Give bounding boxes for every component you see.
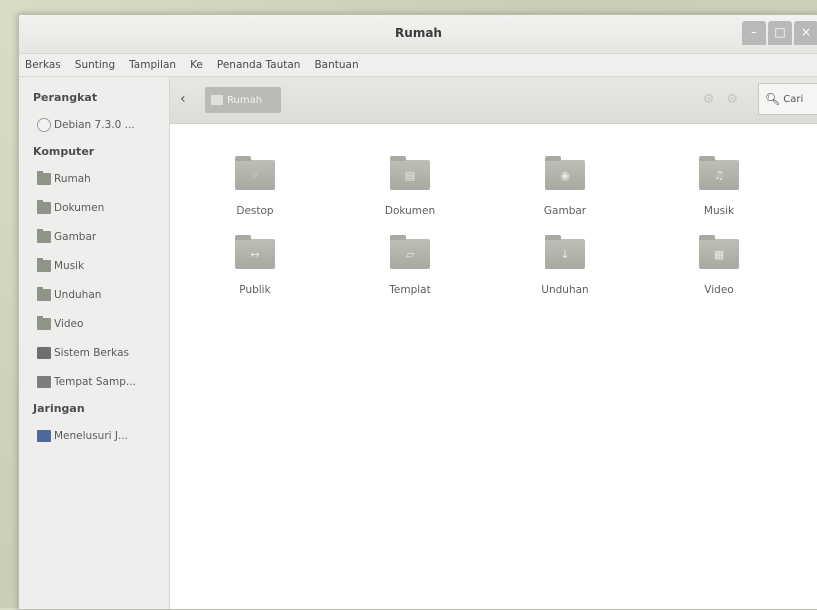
- minimize-button[interactable]: –: [742, 21, 766, 45]
- file-item-unduhan[interactable]: ↓ Unduhan: [515, 235, 615, 296]
- sidebar-item-label: Dokumen: [54, 201, 105, 214]
- file-manager-window: Rumah – □ × Berkas Sunting Tampilan Ke P…: [18, 14, 817, 610]
- folder-icon: ◦: [235, 156, 275, 190]
- menu-penanda-tautan[interactable]: Penanda Tautan: [217, 59, 301, 71]
- file-label: Dokumen: [384, 205, 436, 217]
- sidebar-item-tempat-sampah[interactable]: Tempat Samp...: [19, 367, 169, 396]
- main-view: ‹ Rumah ⚙⚙ 🔍︎ Cari ◦ Destop ▤ Dokumen ◉ …: [170, 77, 817, 609]
- sidebar-item-label: Rumah: [54, 172, 91, 185]
- sidebar-item-gambar[interactable]: Gambar: [19, 222, 169, 251]
- sidebar-item-label: Video: [54, 317, 84, 330]
- title-bar[interactable]: Rumah – □ ×: [19, 15, 817, 54]
- folder-icon: [37, 286, 51, 301]
- sidebar-item-label: Tempat Samp...: [54, 375, 136, 388]
- sidebar-item-debian[interactable]: Debian 7.3.0 ...: [19, 110, 169, 139]
- folder-icon: [37, 228, 51, 243]
- folder-icon: [37, 170, 51, 185]
- folder-icon: ↔: [235, 235, 275, 269]
- file-item-video[interactable]: ▦ Video: [669, 235, 769, 296]
- menu-berkas[interactable]: Berkas: [25, 59, 61, 71]
- file-item-musik[interactable]: ♫ Musik: [669, 156, 769, 217]
- file-grid: ◦ Destop ▤ Dokumen ◉ Gambar ♫ Musik ↔ Pu…: [170, 123, 817, 609]
- maximize-button[interactable]: □: [768, 21, 792, 45]
- sidebar-item-label: Musik: [54, 259, 85, 272]
- file-item-destop[interactable]: ◦ Destop: [205, 156, 305, 217]
- file-label: Unduhan: [541, 284, 589, 296]
- folder-icon: ▤: [390, 156, 430, 190]
- sidebar-item-label: Unduhan: [54, 288, 102, 301]
- breadcrumb-rumah[interactable]: Rumah: [205, 87, 281, 113]
- window-title: Rumah: [395, 26, 442, 40]
- file-label: Video: [704, 284, 734, 296]
- back-button[interactable]: ‹: [180, 91, 186, 107]
- sidebar: Perangkat Debian 7.3.0 ... Komputer Ruma…: [19, 77, 170, 609]
- search-icon: 🔍︎: [765, 92, 781, 106]
- folder-icon: [37, 315, 51, 330]
- sidebar-item-video[interactable]: Video: [19, 309, 169, 338]
- folder-icon: ♫: [699, 156, 739, 190]
- sidebar-item-label: Debian 7.3.0 ...: [54, 118, 135, 131]
- sidebar-item-unduhan[interactable]: Unduhan: [19, 280, 169, 309]
- folder-icon: ◉: [545, 156, 585, 190]
- folder-icon: ↓: [545, 235, 585, 269]
- file-label: Publik: [239, 284, 271, 296]
- folder-icon: ▦: [699, 235, 739, 269]
- sidebar-item-sistem-berkas[interactable]: Sistem Berkas: [19, 338, 169, 367]
- sidebar-item-label: Sistem Berkas: [54, 346, 129, 359]
- toolbar: ‹ Rumah ⚙⚙ 🔍︎ Cari: [170, 77, 817, 124]
- sidebar-heading-komputer: Komputer: [33, 145, 95, 158]
- menu-sunting[interactable]: Sunting: [75, 59, 115, 71]
- sidebar-heading-perangkat: Perangkat: [33, 91, 98, 104]
- file-label: Gambar: [543, 205, 587, 217]
- folder-icon: ▱: [390, 235, 430, 269]
- sidebar-item-musik[interactable]: Musik: [19, 251, 169, 280]
- folder-icon: [37, 199, 51, 214]
- file-item-dokumen[interactable]: ▤ Dokumen: [360, 156, 460, 217]
- search-label: Cari: [783, 93, 804, 105]
- file-label: Templat: [389, 284, 431, 296]
- sidebar-item-rumah[interactable]: Rumah: [19, 164, 169, 193]
- menu-tampilan[interactable]: Tampilan: [129, 59, 176, 71]
- sidebar-item-label: Menelusuri J...: [54, 429, 129, 442]
- home-icon: [211, 95, 223, 105]
- close-button[interactable]: ×: [794, 21, 817, 45]
- file-label: Musik: [703, 205, 735, 217]
- sidebar-item-label: Gambar: [54, 230, 97, 243]
- file-label: Destop: [236, 205, 274, 217]
- view-options-icons[interactable]: ⚙⚙: [703, 92, 750, 107]
- trash-icon: [37, 375, 51, 388]
- drive-icon: [37, 346, 51, 359]
- folder-icon: [37, 257, 51, 272]
- breadcrumb-label: Rumah: [227, 94, 263, 106]
- sidebar-item-dokumen[interactable]: Dokumen: [19, 193, 169, 222]
- file-item-templat[interactable]: ▱ Templat: [360, 235, 460, 296]
- sidebar-heading-jaringan: Jaringan: [33, 402, 85, 415]
- menu-bantuan[interactable]: Bantuan: [314, 59, 358, 71]
- search-button[interactable]: 🔍︎ Cari: [758, 83, 817, 115]
- network-icon: [37, 429, 51, 442]
- menu-ke[interactable]: Ke: [190, 59, 203, 71]
- file-item-publik[interactable]: ↔ Publik: [205, 235, 305, 296]
- disc-icon: [37, 117, 51, 132]
- menu-bar: Berkas Sunting Tampilan Ke Penanda Tauta…: [19, 54, 817, 77]
- sidebar-item-network[interactable]: Menelusuri J...: [19, 421, 169, 450]
- file-item-gambar[interactable]: ◉ Gambar: [515, 156, 615, 217]
